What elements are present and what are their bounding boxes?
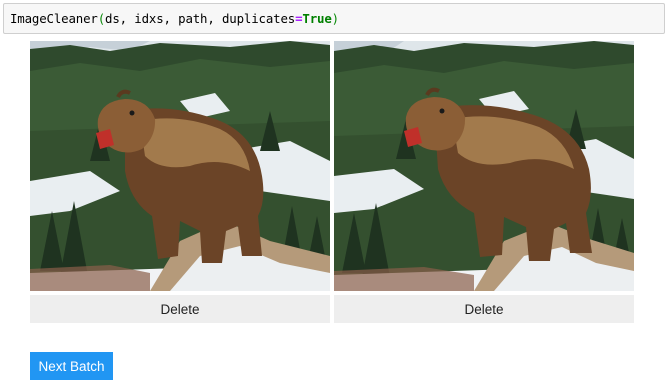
bear-photo-2 — [334, 41, 634, 291]
code-open-paren: ( — [97, 11, 106, 26]
code-close-paren: ) — [331, 11, 339, 26]
code-args: ds, idxs, path, duplicates — [105, 11, 296, 26]
code-cell[interactable]: ImageCleaner(ds, idxs, path, duplicates=… — [3, 3, 665, 34]
delete-button-2[interactable]: Delete — [334, 295, 634, 323]
image-card-2: Delete — [334, 41, 634, 323]
code-func-name: ImageCleaner — [10, 11, 98, 26]
image-card-1: Delete — [30, 41, 330, 323]
next-batch-button[interactable]: Next Batch — [30, 352, 113, 380]
bear-photo-1 — [30, 41, 330, 291]
code-true-keyword: True — [302, 11, 332, 26]
delete-button-1[interactable]: Delete — [30, 295, 330, 323]
